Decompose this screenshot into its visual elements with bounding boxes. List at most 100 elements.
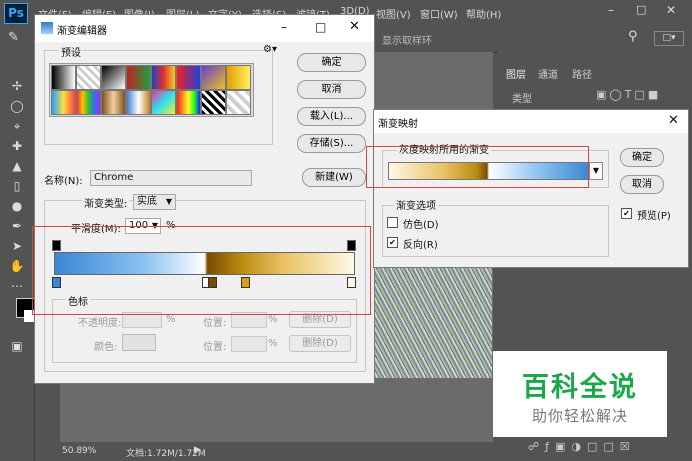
close-icon[interactable]: ✕: [668, 113, 679, 128]
menu-window[interactable]: 窗口(W): [420, 6, 458, 21]
dialog-title: 渐变编辑器: [57, 26, 107, 37]
name-label: 名称(N):: [44, 176, 83, 187]
blur-tool-icon[interactable]: ●: [9, 198, 25, 214]
crop-tool-icon[interactable]: ⌖: [9, 118, 25, 134]
show-sampling-ring-label[interactable]: 显示取样环: [382, 32, 432, 47]
new-button[interactable]: 新建(W): [302, 168, 366, 187]
color-location-unit: %: [268, 338, 278, 349]
app-logo: Ps: [4, 3, 28, 24]
kind-filter[interactable]: 类型: [512, 90, 532, 105]
quick-mask-icon[interactable]: ▣: [9, 338, 25, 354]
hand-tool-icon[interactable]: ✋: [9, 258, 25, 274]
move-tool-icon[interactable]: ✢: [9, 78, 25, 94]
menu-view[interactable]: 视图(V): [376, 6, 411, 21]
reverse-checkbox[interactable]: ✔: [387, 237, 398, 248]
image-texture: [372, 250, 492, 378]
delete-color-stop-button[interactable]: 删除(D): [289, 335, 351, 352]
cancel-button[interactable]: 取消: [297, 80, 366, 99]
close-icon[interactable]: ✕: [666, 3, 676, 17]
status-bar: 50.89% 文档:1.72M/1.72M ▶: [58, 442, 498, 461]
gradient-options-label: 渐变选项: [394, 197, 438, 212]
watermark-title: 百科全说: [522, 372, 638, 403]
preset-swatch[interactable]: [76, 90, 101, 115]
gradient-type-value: 实底: [137, 196, 157, 207]
maximize-icon[interactable]: □: [315, 20, 326, 34]
presets-label: 预设: [59, 44, 83, 59]
tools-panel: ✢ ◯ ⌖ ✚ ▲ ▯ ● ✒ ➤ ✋ ⋯ ▣: [0, 52, 36, 461]
name-field[interactable]: Chrome: [90, 170, 252, 186]
presets-grid: [49, 63, 254, 117]
ok-button[interactable]: 确定: [620, 148, 664, 167]
minimize-icon[interactable]: –: [281, 20, 287, 34]
healing-tool-icon[interactable]: ✚: [9, 138, 25, 154]
preset-swatch[interactable]: [176, 90, 201, 115]
reverse-label[interactable]: 反向(R): [403, 236, 438, 251]
cancel-button[interactable]: 取消: [620, 175, 664, 194]
gradient-type-label: 渐变类型:: [82, 195, 130, 210]
preset-swatch[interactable]: [51, 65, 76, 90]
chevron-down-icon: ▼: [165, 197, 172, 206]
color-swatch[interactable]: [122, 334, 156, 351]
load-button[interactable]: 载入(L)...: [297, 107, 366, 126]
preset-swatch[interactable]: [201, 65, 226, 90]
eraser-tool-icon[interactable]: ▯: [9, 178, 25, 194]
gear-icon[interactable]: ⚙▾: [263, 44, 277, 55]
dialog-title: 渐变映射: [378, 119, 418, 130]
status-arrow-icon[interactable]: ▶: [194, 445, 201, 455]
tab-paths[interactable]: 路径: [572, 66, 592, 81]
select-tool-icon[interactable]: ➤: [9, 238, 25, 254]
highlight-box: [32, 226, 371, 315]
preset-swatch[interactable]: [201, 90, 226, 115]
ok-button[interactable]: 确定: [297, 53, 366, 72]
color-location-label: 位置:: [203, 342, 227, 353]
workspace-icon[interactable]: □▾: [654, 31, 684, 46]
preset-swatch[interactable]: [101, 65, 126, 90]
gradient-type-select[interactable]: 实底 ▼: [133, 194, 176, 210]
preset-swatch[interactable]: [126, 90, 151, 115]
preset-swatch[interactable]: [151, 90, 176, 115]
preview-label[interactable]: 预览(P): [637, 207, 671, 222]
tab-layers[interactable]: 图层: [506, 66, 526, 81]
eyedropper-icon[interactable]: ✎: [8, 30, 19, 45]
opacity-location-unit: %: [268, 314, 278, 325]
color-label: 颜色:: [94, 342, 118, 353]
preset-swatch[interactable]: [226, 65, 251, 90]
preset-swatch[interactable]: [101, 90, 126, 115]
dialog-titlebar: 渐变映射 ✕: [374, 110, 688, 133]
dither-label[interactable]: 仿色(D): [403, 216, 439, 231]
pen-tool-icon[interactable]: ✒: [9, 218, 25, 234]
preset-swatch[interactable]: [176, 65, 201, 90]
watermark-subtitle: 助你轻松解决: [531, 407, 628, 425]
opacity-label: 不透明度:: [78, 318, 122, 329]
color-location-input[interactable]: [231, 336, 267, 352]
dither-checkbox[interactable]: [387, 217, 398, 228]
maximize-icon[interactable]: □: [636, 3, 646, 16]
gradient-map-dialog: 渐变映射 ✕ 灰度映射所用的渐变 ▼ 确定 取消 渐变选项 仿色(D) ✔ 反向…: [373, 109, 689, 268]
opacity-unit: %: [166, 314, 176, 325]
preset-swatch[interactable]: [226, 90, 251, 115]
minimize-icon[interactable]: –: [608, 3, 614, 17]
opacity-location-label: 位置:: [203, 318, 227, 329]
dialog-titlebar: 渐变编辑器 – □ ✕: [35, 15, 374, 42]
layer-filter-icons[interactable]: ▣◯T□■: [596, 88, 661, 101]
preset-swatch[interactable]: [76, 65, 101, 90]
layer-action-icons[interactable]: ☍ƒ▣◑□□☒: [528, 440, 636, 453]
preset-swatch[interactable]: [51, 90, 76, 115]
search-icon[interactable]: ⚲: [628, 29, 638, 44]
watermark: 百科全说 助你轻松解决: [493, 351, 667, 437]
highlight-box: [366, 146, 589, 188]
menu-help[interactable]: 帮助(H): [466, 6, 501, 21]
save-button[interactable]: 存储(S)...: [297, 134, 366, 153]
chevron-down-icon[interactable]: ▼: [589, 162, 603, 180]
gradient-editor-dialog: 渐变编辑器 – □ ✕ 预设 ⚙▾ 确定 取消 载入(L)... 存储(S)..…: [34, 14, 375, 384]
zoom-level[interactable]: 50.89%: [62, 446, 96, 456]
app-icon: [41, 22, 53, 34]
preview-checkbox[interactable]: ✔: [621, 208, 632, 219]
preset-swatch[interactable]: [151, 65, 176, 90]
preset-swatch[interactable]: [126, 65, 151, 90]
stamp-tool-icon[interactable]: ▲: [9, 158, 25, 174]
more-tools-icon[interactable]: ⋯: [9, 278, 25, 294]
close-icon[interactable]: ✕: [349, 19, 360, 34]
lasso-tool-icon[interactable]: ◯: [9, 98, 25, 114]
tab-channels[interactable]: 通道: [538, 66, 558, 81]
